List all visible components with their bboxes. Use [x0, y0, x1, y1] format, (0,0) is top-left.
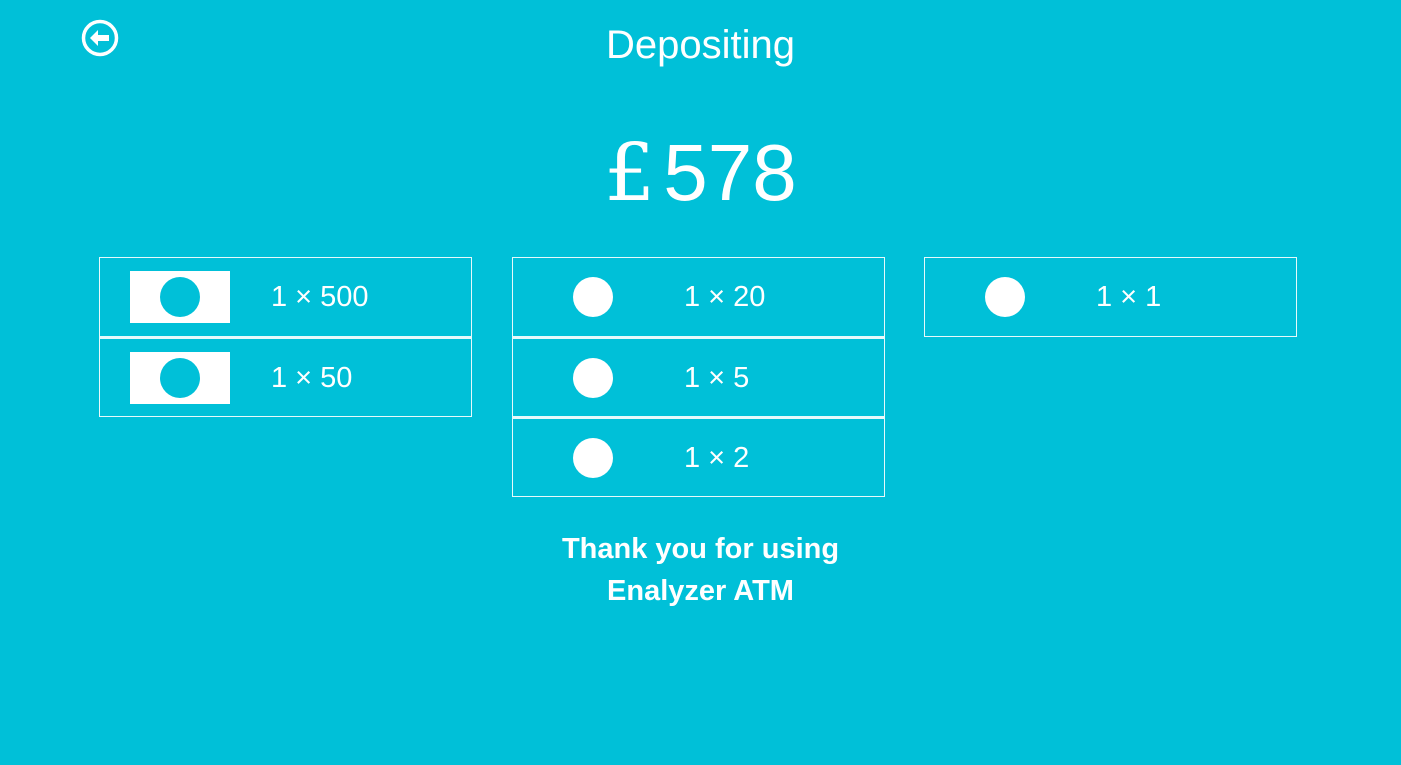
coins-column-1: 1 × 20 1 × 5 1 × 2: [512, 257, 885, 497]
coin-icon: [573, 277, 613, 317]
deposit-amount: £578: [0, 128, 1401, 218]
banknote-icon: [130, 352, 230, 404]
denomination-label: 1 × 5: [684, 362, 750, 394]
denomination-row-50[interactable]: 1 × 50: [99, 337, 472, 417]
currency-symbol: £: [604, 126, 656, 219]
denomination-row-2[interactable]: 1 × 2: [512, 417, 885, 497]
coin-icon: [573, 358, 613, 398]
denomination-label: 1 × 2: [684, 442, 750, 474]
notes-column: 1 × 500 1 × 50: [99, 257, 472, 417]
amount-value: 578: [663, 128, 797, 217]
denomination-label: 1 × 1: [1096, 281, 1162, 313]
denomination-label: 1 × 50: [271, 362, 353, 394]
thank-you-line-1: Thank you for using: [561, 533, 840, 565]
denomination-row-1[interactable]: 1 × 1: [924, 257, 1297, 337]
denomination-row-500[interactable]: 1 × 500: [99, 257, 472, 337]
banknote-icon: [130, 271, 230, 323]
page-title: Depositing: [605, 23, 795, 67]
thank-you-message: Thank you for using Enalyzer ATM: [0, 528, 1401, 612]
denomination-row-20[interactable]: 1 × 20: [512, 257, 885, 337]
coin-icon: [573, 438, 613, 478]
denomination-row-5[interactable]: 1 × 5: [512, 337, 885, 417]
denomination-label: 1 × 20: [684, 281, 766, 313]
thank-you-line-2: Enalyzer ATM: [607, 575, 794, 607]
coins-column-2: 1 × 1: [924, 257, 1297, 337]
coin-icon: [985, 277, 1025, 317]
denomination-label: 1 × 500: [271, 281, 369, 313]
